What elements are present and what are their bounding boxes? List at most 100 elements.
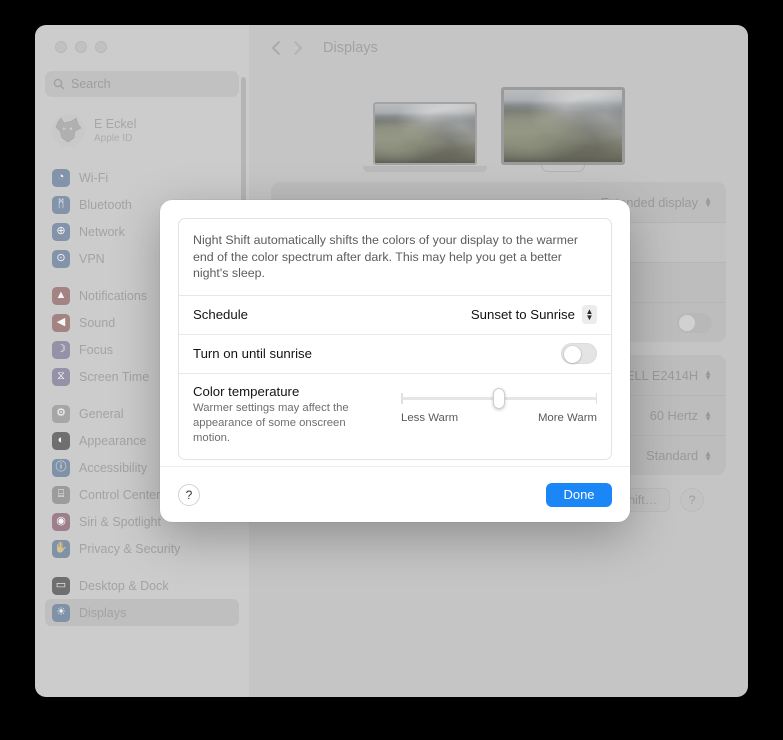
refresh-rate-value: 60 Hertz (649, 408, 699, 423)
sidebar-item-label: Notifications (79, 288, 148, 303)
sidebar-item-displays[interactable]: ☀ Displays (45, 599, 239, 626)
chevron-updown-icon: ▲ ▼ (704, 408, 712, 423)
dialog-footer: ? Done (160, 466, 630, 522)
desktop-dock-icon: ▭ (52, 576, 70, 595)
sidebar-item-label: Screen Time (79, 369, 150, 384)
slider-thumb[interactable] (493, 387, 505, 409)
schedule-label: Schedule (193, 307, 248, 322)
chevron-updown-icon: ▲ ▼ (704, 368, 712, 382)
search-placeholder: Search (71, 77, 111, 91)
sidebar-item-label: Appearance (79, 433, 147, 448)
chevron-updown-icon: ▲ ▼ (704, 448, 712, 463)
color-temperature-text: Color temperature Warmer settings may af… (193, 384, 383, 446)
window-controls[interactable] (45, 25, 239, 71)
accessibility-icon: ⓘ (52, 458, 70, 477)
wifi-icon: ◔ (52, 168, 70, 187)
sidebar-item-label: Wi-Fi (79, 170, 109, 185)
apple-id-account-item[interactable]: E Eckel Apple ID (45, 107, 239, 154)
color-temperature-row: Color temperature Warmer settings may af… (179, 372, 611, 459)
rotation-value: Standard (646, 448, 699, 463)
sidebar-item-label: Desktop & Dock (79, 578, 169, 593)
control-center-icon: ⌸ (52, 485, 70, 504)
speaker-icon: ◀ (52, 313, 70, 332)
row-value[interactable]: DELL E2414H ▲ ▼ (617, 368, 712, 383)
night-shift-dialog: Night Shift automatically shifts the col… (160, 200, 630, 522)
wallpaper-thumbnail (374, 104, 475, 163)
sidebar-item-privacy-security[interactable]: ✋ Privacy & Security (45, 535, 239, 562)
moon-icon: ☽ (52, 340, 70, 359)
account-name: E Eckel (94, 116, 137, 131)
avatar (52, 114, 85, 147)
sidebar-item-label: Displays (79, 605, 127, 620)
sidebar-item-wi-fi[interactable]: ◔ Wi-Fi (45, 164, 239, 191)
bell-icon: ▲ (52, 286, 70, 305)
slider-tick-max (595, 392, 597, 404)
sidebar-item-label: Siri & Spotlight (79, 514, 161, 529)
external-display-thumbnail[interactable] (500, 87, 625, 172)
hand-icon: ✋ (52, 539, 70, 558)
vpn-icon: ⊙ (52, 249, 70, 268)
night-shift-description: Night Shift automatically shifts the col… (193, 233, 578, 280)
done-button[interactable]: Done (546, 482, 612, 507)
color-temperature-sublabel: Warmer settings may affect the appearanc… (193, 401, 349, 444)
back-button[interactable] (271, 40, 282, 56)
siri-icon: ◉ (52, 512, 70, 531)
color-temperature-slider[interactable] (401, 387, 597, 409)
slider-labels: Less Warm More Warm (401, 412, 597, 424)
sidebar-item-label: General (79, 406, 124, 421)
turn-on-label: Turn on until sunrise (193, 346, 312, 361)
sidebar-item-label: Network (79, 224, 125, 239)
slider-min-label: Less Warm (401, 411, 459, 424)
desktop-background: Search E Eckel Apple ID ◔ Wi-Fi ᛗ Bluetooth… (0, 0, 783, 740)
laptop-display-thumbnail[interactable] (362, 102, 487, 172)
network-icon: ⊕ (52, 222, 70, 241)
night-shift-card: Night Shift automatically shifts the col… (178, 218, 612, 460)
dialog-help-button[interactable]: ? (178, 483, 200, 506)
hourglass-icon: ⧖ (52, 367, 70, 386)
displays-arrangement-preview[interactable] (249, 71, 748, 176)
dialog-body: Night Shift automatically shifts the col… (160, 200, 630, 466)
row-value[interactable]: 60 Hertz ▲ ▼ (650, 408, 712, 423)
schedule-row[interactable]: Schedule Sunset to Sunrise ▲ ▼ (179, 294, 611, 334)
appearance-icon: ◐ (52, 431, 70, 450)
page-title: Displays (323, 40, 378, 56)
sidebar-item-label: Sound (79, 315, 116, 330)
chevron-updown-icon: ▲ ▼ (704, 195, 712, 209)
schedule-value: Sunset to Sunrise (470, 307, 575, 322)
slider-max-label: More Warm (537, 411, 597, 424)
turn-on-until-sunrise-row[interactable]: Turn on until sunrise (179, 333, 611, 373)
laptop-base (362, 166, 487, 172)
account-subtitle: Apple ID (94, 132, 133, 144)
sidebar-item-label: Bluetooth (79, 197, 132, 212)
close-icon[interactable] (55, 41, 67, 53)
auto-brightness-toggle[interactable] (677, 312, 712, 333)
sidebar-item-desktop-dock[interactable]: ▭ Desktop & Dock (45, 572, 239, 599)
sidebar-item-label: VPN (79, 251, 105, 266)
help-button[interactable]: ? (680, 488, 704, 512)
search-icon (53, 78, 65, 90)
toggle-knob (564, 345, 581, 363)
sidebar-item-label: Accessibility (79, 460, 148, 475)
sidebar-item-label: Privacy & Security (79, 541, 181, 556)
sidebar-item-label: Focus (79, 342, 114, 357)
row-value[interactable]: Standard ▲ ▼ (646, 448, 712, 463)
gear-icon: ⚙ (52, 404, 70, 423)
monitor-stand (540, 165, 585, 172)
sidebar-item-label: Control Center (79, 487, 161, 502)
color-temperature-label: Color temperature (193, 383, 300, 399)
sidebar-group-3: ▭ Desktop & Dock ☀ Displays (45, 572, 239, 626)
search-field[interactable]: Search (45, 71, 239, 97)
chevron-updown-icon: ▲ ▼ (582, 305, 597, 324)
schedule-popup-button[interactable]: Sunset to Sunrise ▲ ▼ (471, 305, 597, 324)
toggle-knob (679, 314, 695, 331)
color-temperature-control: Less Warm More Warm (401, 384, 597, 446)
minimize-icon[interactable] (75, 41, 87, 53)
brightness-icon: ☀ (52, 603, 70, 622)
detail-toolbar: Displays (249, 25, 748, 71)
wallpaper-thumbnail (503, 90, 622, 162)
zoom-icon[interactable] (95, 41, 107, 53)
bluetooth-icon: ᛗ (52, 195, 70, 214)
direwolf-avatar-icon (55, 117, 82, 143)
forward-button[interactable] (292, 40, 303, 56)
turn-on-toggle[interactable] (561, 343, 597, 364)
